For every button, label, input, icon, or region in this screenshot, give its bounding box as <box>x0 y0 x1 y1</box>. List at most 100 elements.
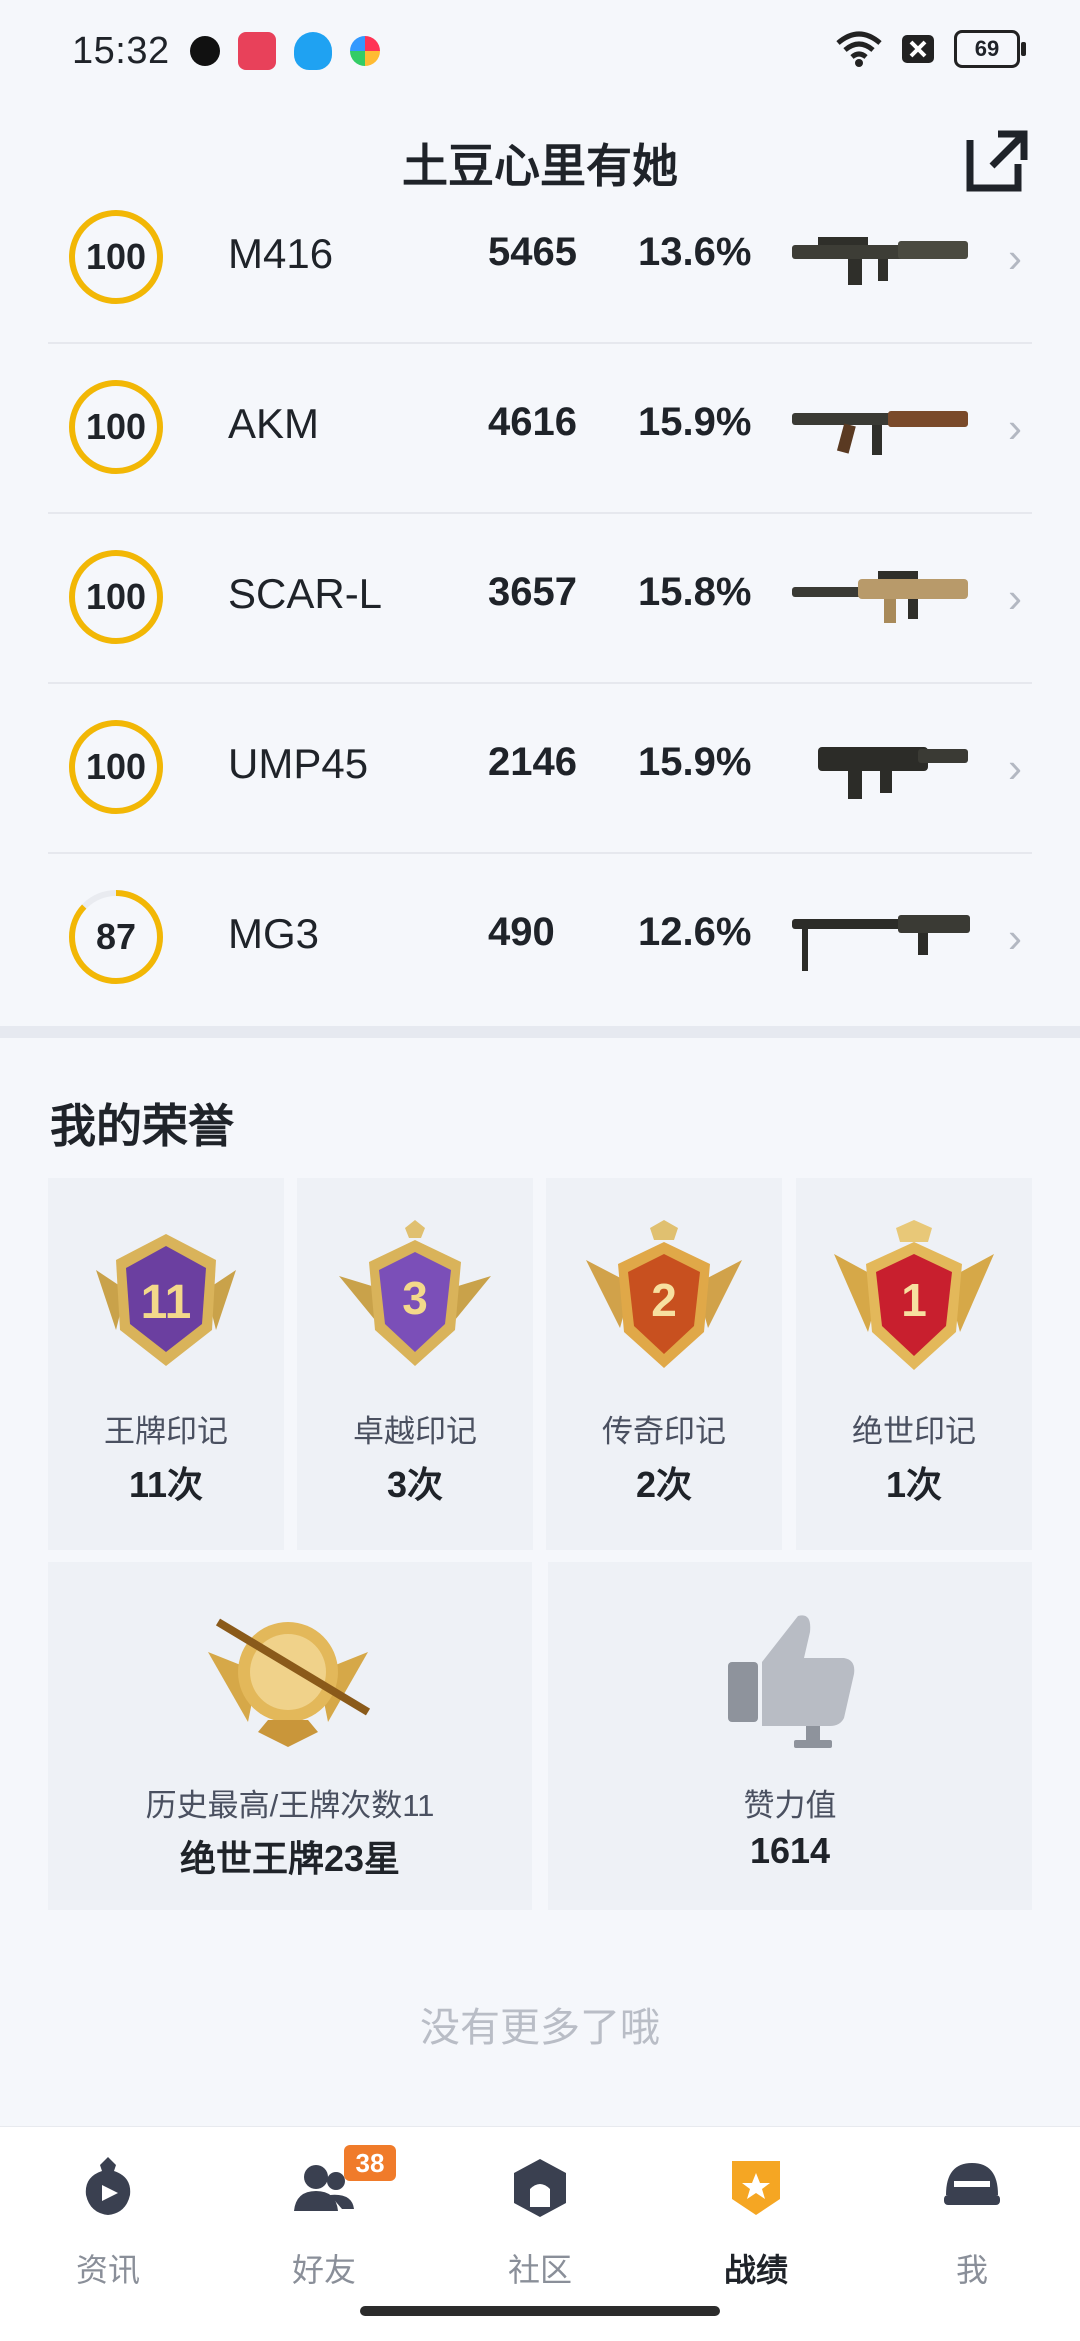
helmet-icon <box>944 2163 1000 2205</box>
weapon-name: M416 <box>228 230 334 277</box>
weapon-row[interactable]: 87 MG3 490 12.6% › <box>48 852 1032 1022</box>
weapon-rate: 13.6% <box>638 230 752 274</box>
video-app-icon <box>238 32 276 70</box>
mastery-score: 100 <box>85 236 147 277</box>
weapon-row[interactable]: 100 M416 5465 13.6% › <box>48 200 1032 344</box>
best-rank-value: 绝世王牌23星 <box>179 1838 401 1879</box>
system-icons: 69 <box>836 30 1026 68</box>
medal-label: 王牌印记 <box>104 1414 228 1449</box>
badge-number: 11 <box>141 1276 192 1329</box>
medal-count: 2次 <box>635 1464 693 1505</box>
mastery-ring: 100 <box>68 719 164 815</box>
app-notification-icon <box>190 36 220 66</box>
medal-label: 卓越印记 <box>353 1414 477 1449</box>
weapon-name: MG3 <box>228 910 320 957</box>
battery-icon: 69 <box>954 30 1026 68</box>
weapon-name: SCAR-L <box>228 570 383 617</box>
mastery-ring: 100 <box>68 549 164 645</box>
badge-number: 1 <box>901 1274 927 1326</box>
chevron-right-icon: › <box>1008 574 1022 621</box>
medal-count: 1次 <box>885 1464 943 1505</box>
nav-tab-news[interactable]: 资讯 <box>0 2145 216 2295</box>
likes-card[interactable]: 赞力值 1614 <box>548 1562 1032 1910</box>
nav-label: 我 <box>955 2252 988 2288</box>
nav-label: 资讯 <box>75 2252 140 2288</box>
page-title: 土豆心里有她 <box>402 140 678 192</box>
weapon-name: UMP45 <box>228 740 369 787</box>
nav-tab-community[interactable]: 社区 <box>432 2145 648 2295</box>
weapon-kills: 3657 <box>488 570 577 614</box>
m416-rifle-icon <box>792 237 968 285</box>
medal-label: 传奇印记 <box>602 1414 726 1449</box>
likes-value: 1614 <box>749 1830 831 1871</box>
weapon-rate: 15.9% <box>638 740 752 784</box>
mastery-score: 100 <box>85 576 147 617</box>
weapon-kills: 2146 <box>488 740 577 784</box>
news-icon <box>85 2157 131 2215</box>
status-time: 15:32 <box>72 30 170 72</box>
medal-card-excellence[interactable]: 3 卓越印记 3次 <box>297 1178 533 1550</box>
medal-count: 11次 <box>128 1464 204 1505</box>
nav-label: 社区 <box>507 2252 572 2288</box>
weapon-row[interactable]: 100 AKM 4616 15.9% › <box>48 342 1032 514</box>
no-sim-icon <box>902 35 934 63</box>
nav-label: 好友 <box>291 2252 356 2288</box>
weapon-name: AKM <box>228 400 320 447</box>
chevron-right-icon: › <box>1008 914 1022 961</box>
friends-notification-badge: 38 <box>344 2145 396 2181</box>
wifi-icon <box>836 31 882 67</box>
legend-medal-icon: 2 <box>586 1220 742 1368</box>
honors-title: 我的荣誉 <box>50 1100 234 1152</box>
weapon-rate: 15.8% <box>638 570 752 614</box>
weapon-rate: 12.6% <box>638 910 752 954</box>
weapon-kills: 5465 <box>488 230 577 274</box>
weapon-kills: 4616 <box>488 400 577 444</box>
mastery-ring: 100 <box>68 209 164 305</box>
chevron-right-icon: › <box>1008 234 1022 281</box>
medal-card-legend[interactable]: 2 传奇印记 2次 <box>546 1178 782 1550</box>
medal-card-ace[interactable]: 11 王牌印记 11次 <box>48 1178 284 1550</box>
community-icon <box>514 2159 566 2217</box>
weapon-kills: 490 <box>488 910 555 954</box>
stats-shield-icon <box>732 2161 780 2215</box>
weapon-rate: 15.9% <box>638 400 752 444</box>
medal-label: 绝世印记 <box>852 1414 976 1449</box>
section-divider <box>0 1026 1080 1038</box>
mastery-score: 100 <box>85 746 147 787</box>
best-rank-card[interactable]: 历史最高/王牌次数11 绝世王牌23星 <box>48 1562 532 1910</box>
nav-label: 战绩 <box>723 2252 788 2288</box>
nav-tab-friends[interactable]: 38 好友 <box>216 2145 432 2295</box>
medal-count: 3次 <box>386 1464 444 1505</box>
mg3-machine-gun-icon <box>792 915 970 971</box>
badge-number: 2 <box>651 1274 677 1326</box>
end-of-list-text: 没有更多了哦 <box>420 2006 660 2050</box>
chevron-right-icon: › <box>1008 404 1022 451</box>
weapon-row[interactable]: 100 UMP45 2146 15.9% › <box>48 682 1032 854</box>
notification-icons <box>190 32 380 70</box>
badge-number: 3 <box>402 1272 428 1324</box>
status-bar: 15:32 69 <box>0 0 1080 108</box>
mastery-ring: 87 <box>68 889 164 985</box>
best-rank-label: 历史最高/王牌次数11 <box>145 1788 435 1823</box>
mastery-score: 87 <box>95 916 137 957</box>
excellence-medal-icon: 3 <box>339 1220 491 1366</box>
nav-tab-me[interactable]: 我 <box>864 2145 1080 2295</box>
mastery-score: 100 <box>85 406 147 447</box>
likes-label: 赞力值 <box>743 1788 837 1823</box>
peerless-medal-icon: 1 <box>834 1220 994 1370</box>
nav-tab-stats[interactable]: 战绩 <box>648 2145 864 2295</box>
colorful-app-icon <box>350 36 380 66</box>
medal-card-peerless[interactable]: 1 绝世印记 1次 <box>796 1178 1032 1550</box>
weapon-row[interactable]: 100 SCAR-L 3657 15.8% › <box>48 512 1032 684</box>
qq-icon <box>294 32 332 70</box>
thumbs-up-icon <box>728 1615 855 1748</box>
rank-trophy-icon <box>208 1618 371 1747</box>
akm-rifle-icon <box>792 411 968 455</box>
home-indicator[interactable] <box>360 2306 720 2316</box>
share-icon[interactable] <box>962 126 1032 196</box>
scar-l-rifle-icon <box>792 571 968 623</box>
ace-medal-icon: 11 <box>96 1234 236 1366</box>
ump45-smg-icon <box>818 747 968 799</box>
mastery-ring: 100 <box>68 379 164 475</box>
weapon-list: 100 M416 5465 13.6% › 100 AKM 4616 15.9%… <box>48 200 1032 1030</box>
